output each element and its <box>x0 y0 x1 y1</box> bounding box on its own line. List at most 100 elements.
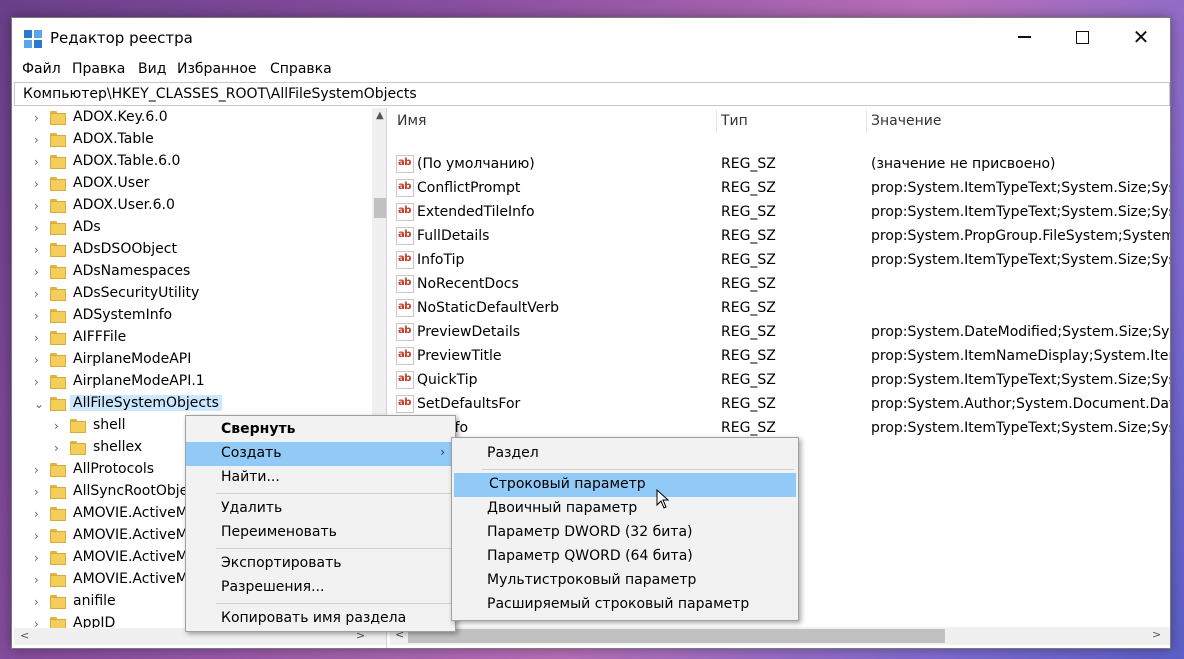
chevron-right-icon[interactable]: › <box>34 265 46 279</box>
value-row[interactable]: ab PreviewDetails REG_SZ prop:System.DateMo… <box>390 321 1170 345</box>
tree-item[interactable]: ⌄ AllFileSystemObjects <box>14 394 386 416</box>
value-row[interactable]: ab (По умолчанию) REG_SZ (значение не присв… <box>390 153 1170 177</box>
tree-item-label: ADsDSOObject <box>73 241 177 257</box>
value-data: prop:System.ItemTypeText;System.Size;Sys… <box>871 420 1170 436</box>
menu-item-permissions[interactable]: Разрешения... <box>186 576 455 600</box>
chevron-down-icon[interactable]: ⌄ <box>34 397 46 411</box>
submenu-item-binary-value[interactable]: Двоичный параметр <box>452 497 798 521</box>
values-horizontal-scrollbar[interactable]: < > <box>390 627 1170 645</box>
tree-item[interactable]: › ADsNamespaces <box>14 262 386 284</box>
chevron-right-icon[interactable]: › <box>34 331 46 345</box>
value-row[interactable]: ab ConflictPrompt REG_SZ prop:System.ItemTy… <box>390 177 1170 201</box>
value-name: NoRecentDocs <box>417 276 519 292</box>
scroll-up-icon[interactable]: ▲ <box>376 110 384 121</box>
submenu-item-key[interactable]: Раздел <box>452 442 798 466</box>
tree-item[interactable]: › ADsDSOObject <box>14 240 386 262</box>
value-row[interactable]: ab QuickTip REG_SZ prop:System.ItemTypeText… <box>390 369 1170 393</box>
chevron-right-icon[interactable]: › <box>34 133 46 147</box>
tree-item[interactable]: › ADOX.User.6.0 <box>14 196 386 218</box>
submenu-item-expandable-string-value[interactable]: Расширяемый строковый параметр <box>452 593 798 617</box>
tree-item[interactable]: › ADsSecurityUtility <box>14 284 386 306</box>
menu-help[interactable]: Справка <box>270 61 332 77</box>
string-value-icon: ab <box>396 203 414 221</box>
submenu-item-string-value[interactable]: Строковый параметр <box>454 473 796 497</box>
chevron-right-icon: › <box>440 445 445 459</box>
chevron-right-icon[interactable]: › <box>34 155 46 169</box>
menu-item-create[interactable]: Создать › <box>186 442 455 466</box>
chevron-right-icon[interactable]: › <box>34 309 46 323</box>
column-header-type[interactable]: Тип <box>721 113 748 129</box>
submenu-item-dword-value[interactable]: Параметр DWORD (32 бита) <box>452 521 798 545</box>
chevron-right-icon[interactable]: › <box>34 111 46 125</box>
tree-item[interactable]: › ADOX.Key.6.0 <box>14 108 386 130</box>
tree-item[interactable]: › AIFFFile <box>14 328 386 350</box>
value-row[interactable]: ab FullDetails REG_SZ prop:System.PropGroup… <box>390 225 1170 249</box>
chevron-right-icon[interactable]: › <box>54 419 66 433</box>
tree-item-label: AllFileSystemObjects <box>70 395 222 411</box>
menu-file[interactable]: Файл <box>22 61 61 77</box>
value-row[interactable]: ab NoRecentDocs REG_SZ <box>390 273 1170 297</box>
tree-item[interactable]: › ADOX.User <box>14 174 386 196</box>
address-path: Компьютер\HKEY_CLASSES_ROOT\AllFileSyste… <box>23 86 417 102</box>
string-value-icon: ab <box>396 395 414 413</box>
scroll-right-icon[interactable]: > <box>1152 628 1161 641</box>
menu-item-delete[interactable]: Удалить <box>186 497 455 521</box>
chevron-right-icon[interactable]: › <box>34 573 46 587</box>
tree-item[interactable]: › AirplaneModeAPI <box>14 350 386 372</box>
tree-item[interactable]: › ADOX.Table.6.0 <box>14 152 386 174</box>
menu-item-copy-key-name[interactable]: Копировать имя раздела <box>186 607 455 631</box>
submenu-item-qword-value[interactable]: Параметр QWORD (64 бита) <box>452 545 798 569</box>
maximize-button[interactable] <box>1053 18 1111 58</box>
value-row[interactable]: ab InfoTip REG_SZ prop:System.ItemTypeText;… <box>390 249 1170 273</box>
scroll-left-icon[interactable]: < <box>20 629 29 642</box>
title-bar: Редактор реестра ✕ <box>12 18 1170 58</box>
address-bar[interactable]: Компьютер\HKEY_CLASSES_ROOT\AllFileSyste… <box>14 82 1170 106</box>
folder-icon <box>50 177 66 191</box>
menu-view[interactable]: Вид <box>138 61 166 77</box>
tree-item-label: AirplaneModeAPI.1 <box>73 373 205 389</box>
folder-icon <box>50 265 66 279</box>
submenu-item-multi-string-value[interactable]: Мультистроковый параметр <box>452 569 798 593</box>
chevron-right-icon[interactable]: › <box>34 375 46 389</box>
menu-favorites[interactable]: Избранное <box>177 61 257 77</box>
chevron-right-icon[interactable]: › <box>34 529 46 543</box>
chevron-right-icon[interactable]: › <box>34 507 46 521</box>
chevron-right-icon[interactable]: › <box>34 353 46 367</box>
chevron-right-icon[interactable]: › <box>34 177 46 191</box>
chevron-right-icon[interactable]: › <box>34 221 46 235</box>
menu-item-export[interactable]: Экспортировать <box>186 552 455 576</box>
chevron-right-icon[interactable]: › <box>34 485 46 499</box>
values-scroll-thumb[interactable] <box>408 629 945 643</box>
menu-item-rename[interactable]: Переименовать <box>186 521 455 545</box>
chevron-right-icon[interactable]: › <box>34 551 46 565</box>
value-row[interactable]: ab ExtendedTileInfo REG_SZ prop:System.Item… <box>390 201 1170 225</box>
chevron-right-icon[interactable]: › <box>54 441 66 455</box>
menu-item-collapse[interactable]: Свернуть <box>186 418 455 442</box>
column-divider[interactable] <box>716 110 717 132</box>
chevron-right-icon[interactable]: › <box>34 199 46 213</box>
chevron-right-icon[interactable]: › <box>34 463 46 477</box>
registry-editor-icon <box>24 30 42 48</box>
close-button[interactable]: ✕ <box>1112 18 1170 58</box>
tree-item[interactable]: › ADs <box>14 218 386 240</box>
value-name: ExtendedTileInfo <box>417 204 535 220</box>
value-name: FullDetails <box>417 228 490 244</box>
column-header-name[interactable]: Имя <box>397 113 426 129</box>
chevron-right-icon[interactable]: › <box>34 595 46 609</box>
column-header-value[interactable]: Значение <box>871 113 941 129</box>
tree-item-label: AIFFFile <box>73 329 127 345</box>
tree-item[interactable]: › AirplaneModeAPI.1 <box>14 372 386 394</box>
menu-edit[interactable]: Правка <box>72 61 125 77</box>
value-row[interactable]: ab PreviewTitle REG_SZ prop:System.ItemName… <box>390 345 1170 369</box>
minimize-button[interactable] <box>995 18 1053 58</box>
column-divider[interactable] <box>866 110 867 132</box>
tree-scroll-thumb[interactable] <box>374 198 386 218</box>
tree-item[interactable]: › ADOX.Table <box>14 130 386 152</box>
tree-item-label: ADsSecurityUtility <box>73 285 200 301</box>
value-row[interactable]: ab NoStaticDefaultVerb REG_SZ <box>390 297 1170 321</box>
chevron-right-icon[interactable]: › <box>34 243 46 257</box>
menu-item-find[interactable]: Найти... <box>186 466 455 490</box>
tree-item[interactable]: › ADSystemInfo <box>14 306 386 328</box>
chevron-right-icon[interactable]: › <box>34 287 46 301</box>
value-row[interactable]: ab SetDefaultsFor REG_SZ prop:System.Author… <box>390 393 1170 417</box>
